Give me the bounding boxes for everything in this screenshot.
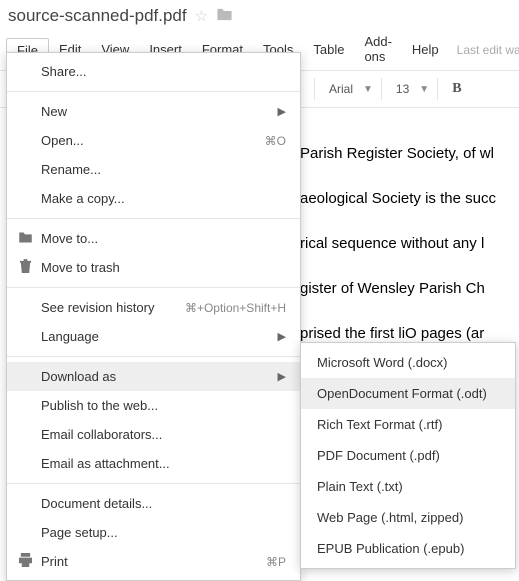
download-odt[interactable]: OpenDocument Format (.odt): [301, 378, 515, 409]
menu-document-details[interactable]: Document details...: [7, 489, 300, 518]
menu-separator: [7, 218, 300, 219]
menu-separator: [7, 356, 300, 357]
bold-button[interactable]: B: [444, 77, 469, 101]
download-epub[interactable]: EPUB Publication (.epub): [301, 533, 515, 564]
file-dropdown: Share... New ▶ Open... ⌘O Rename... Make…: [6, 52, 301, 581]
toolbar-divider: [314, 78, 315, 100]
menu-addons[interactable]: Add-ons: [354, 30, 401, 70]
keyboard-shortcut: ⌘O: [265, 134, 286, 148]
bold-label: B: [452, 81, 461, 97]
chevron-down-icon: ▼: [419, 84, 429, 95]
download-as-submenu: Microsoft Word (.docx) OpenDocument Form…: [300, 342, 516, 569]
doc-line: aeological Society is the succ: [300, 188, 519, 211]
download-rtf[interactable]: Rich Text Format (.rtf): [301, 409, 515, 440]
titlebar: source-scanned-pdf.pdf ☆: [0, 0, 519, 28]
star-icon[interactable]: ☆: [195, 7, 208, 25]
menu-revision-history[interactable]: See revision history ⌘+Option+Shift+H: [7, 293, 300, 322]
download-txt[interactable]: Plain Text (.txt): [301, 471, 515, 502]
menu-page-setup[interactable]: Page setup...: [7, 518, 300, 547]
menu-separator: [7, 287, 300, 288]
doc-line: Parish Register Society, of wl: [300, 143, 519, 166]
font-size: 13: [396, 82, 409, 96]
menu-print[interactable]: Print ⌘P: [7, 547, 300, 576]
menu-publish-web[interactable]: Publish to the web...: [7, 391, 300, 420]
download-html[interactable]: Web Page (.html, zipped): [301, 502, 515, 533]
submenu-arrow-icon: ▶: [278, 105, 286, 118]
menu-email-collaborators[interactable]: Email collaborators...: [7, 420, 300, 449]
keyboard-shortcut: ⌘P: [266, 555, 286, 569]
folder-icon[interactable]: [216, 7, 233, 26]
folder-icon: [17, 231, 33, 247]
print-icon: [17, 553, 33, 570]
menu-separator: [7, 483, 300, 484]
trash-icon: [17, 259, 33, 277]
menu-help[interactable]: Help: [402, 38, 449, 63]
menu-move-to[interactable]: Move to...: [7, 224, 300, 253]
doc-line: rical sequence without any l: [300, 233, 519, 256]
document-title[interactable]: source-scanned-pdf.pdf: [8, 6, 187, 26]
last-edit-label[interactable]: Last edit was: [457, 43, 519, 57]
menu-rename[interactable]: Rename...: [7, 155, 300, 184]
doc-line: gister of Wensley Parish Ch: [300, 278, 519, 301]
menu-open[interactable]: Open... ⌘O: [7, 126, 300, 155]
keyboard-shortcut: ⌘+Option+Shift+H: [185, 301, 286, 315]
chevron-down-icon: ▼: [363, 84, 373, 95]
menu-share[interactable]: Share...: [7, 57, 300, 86]
menu-make-copy[interactable]: Make a copy...: [7, 184, 300, 213]
font-size-selector[interactable]: 13 ▼: [388, 78, 438, 100]
font-selector[interactable]: Arial ▼: [321, 78, 382, 100]
menu-table[interactable]: Table: [303, 38, 354, 63]
submenu-arrow-icon: ▶: [278, 330, 286, 343]
menu-new[interactable]: New ▶: [7, 97, 300, 126]
menu-move-to-trash[interactable]: Move to trash: [7, 253, 300, 282]
menu-separator: [7, 91, 300, 92]
menu-email-attachment[interactable]: Email as attachment...: [7, 449, 300, 478]
download-pdf[interactable]: PDF Document (.pdf): [301, 440, 515, 471]
font-name: Arial: [329, 82, 353, 96]
submenu-arrow-icon: ▶: [278, 370, 286, 383]
download-docx[interactable]: Microsoft Word (.docx): [301, 347, 515, 378]
menu-language[interactable]: Language ▶: [7, 322, 300, 351]
menu-download-as[interactable]: Download as ▶: [7, 362, 300, 391]
